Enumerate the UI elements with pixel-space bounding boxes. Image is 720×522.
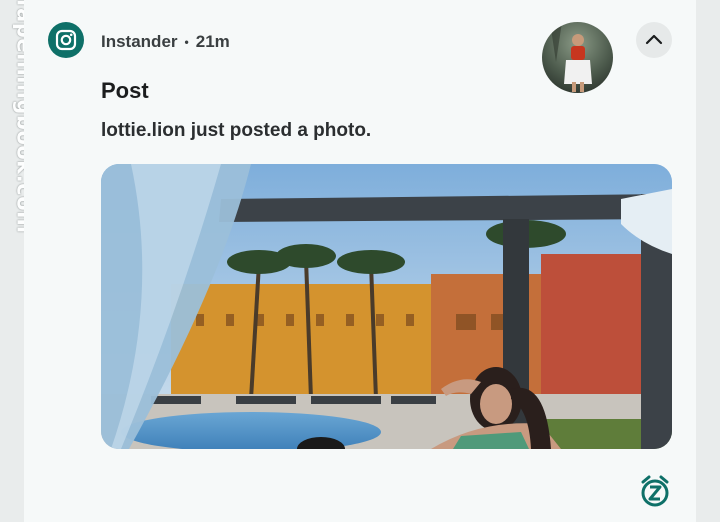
app-name: Instander — [101, 32, 178, 51]
instagram-icon — [48, 22, 84, 58]
notification-card[interactable]: Instander • 21m Post lottie.lion just po… — [24, 0, 696, 522]
snooze-icon[interactable] — [639, 474, 671, 508]
notification-header: Instander • 21m — [101, 32, 230, 52]
header-separator: • — [184, 35, 189, 49]
notification-message: lottie.lion just posted a photo. — [101, 120, 372, 141]
notification-title: Post — [101, 78, 149, 103]
avatar — [542, 22, 613, 93]
chevron-up-icon — [645, 34, 663, 45]
collapse-button[interactable] — [636, 22, 672, 58]
post-photo[interactable] — [101, 164, 672, 449]
notification-time: 21m — [195, 32, 230, 51]
